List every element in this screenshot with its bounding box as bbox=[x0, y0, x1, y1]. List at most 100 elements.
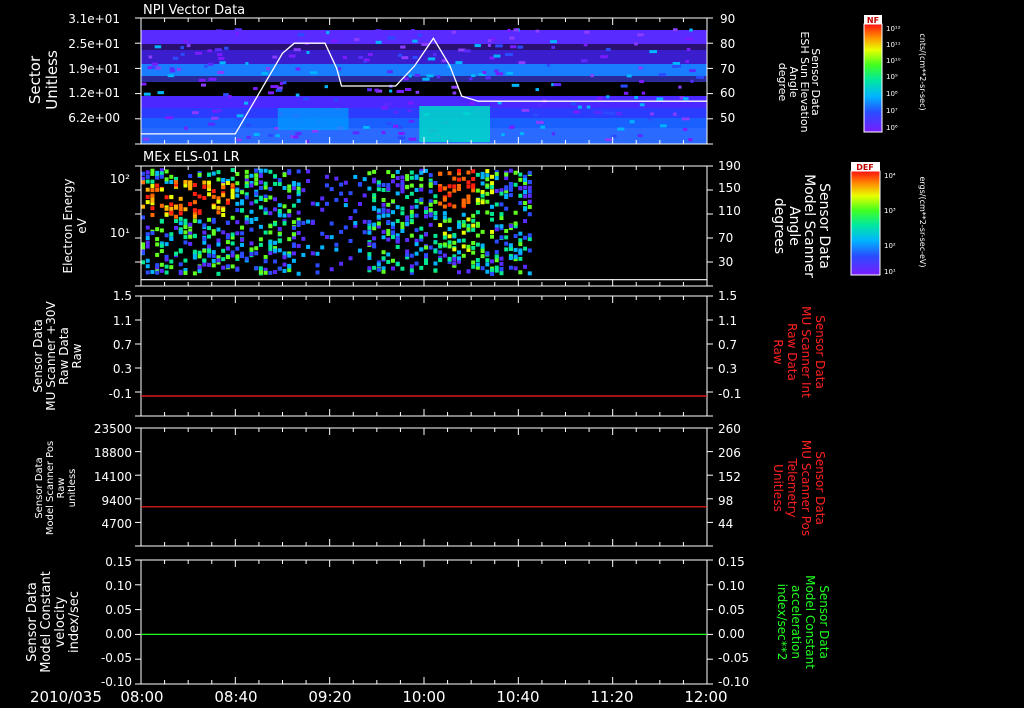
heatmap-cell bbox=[495, 44, 503, 48]
heatmap-cell bbox=[268, 230, 273, 235]
heatmap-cell bbox=[342, 56, 347, 60]
heatmap-cell bbox=[230, 188, 235, 193]
heatmap-cell bbox=[433, 268, 438, 273]
heatmap-cell bbox=[230, 232, 235, 237]
heatmap-cell bbox=[159, 249, 164, 254]
heatmap-cell bbox=[268, 240, 273, 245]
heatmap-cell bbox=[480, 200, 485, 205]
heatmap-cell bbox=[208, 62, 214, 66]
heatmap-cell bbox=[207, 262, 212, 267]
heatmap-cell bbox=[244, 174, 249, 179]
heatmap-cell bbox=[414, 261, 419, 266]
heatmap-cell bbox=[244, 195, 249, 200]
heatmap-cell bbox=[433, 199, 438, 204]
y-axis-label-right: Sensor Data MU Scanner Int Raw Data Raw bbox=[771, 306, 827, 398]
heatmap-cell bbox=[415, 90, 420, 94]
heatmap-cell bbox=[243, 101, 249, 105]
heatmap-cell bbox=[523, 235, 528, 240]
colorbar-tick: 10⁷ bbox=[886, 107, 898, 115]
heatmap-cell bbox=[287, 263, 292, 268]
heatmap-cell bbox=[291, 251, 296, 256]
heatmap-cell bbox=[389, 89, 393, 93]
heatmap-cell bbox=[296, 186, 301, 191]
heatmap-cell bbox=[235, 220, 240, 225]
heatmap-cell bbox=[169, 210, 174, 215]
heatmap-cell bbox=[412, 56, 418, 60]
y-tick-left: 18800 bbox=[94, 446, 132, 460]
heatmap-cell bbox=[466, 217, 471, 222]
heatmap-cell bbox=[390, 210, 395, 215]
heatmap-cell bbox=[145, 187, 150, 192]
y-tick-left: 3.1e+01 bbox=[68, 12, 120, 26]
heatmap-cell bbox=[485, 262, 490, 267]
heatmap-cell bbox=[357, 248, 362, 253]
heatmap-cell bbox=[367, 266, 372, 271]
heatmap-cell bbox=[352, 131, 360, 135]
heatmap-cell bbox=[390, 174, 395, 179]
heatmap-cell bbox=[428, 208, 433, 213]
svg-text:degree: degree bbox=[776, 63, 789, 102]
heatmap-cell bbox=[372, 244, 377, 249]
y-tick-right: 0.15 bbox=[718, 555, 745, 569]
heatmap-cell bbox=[324, 183, 329, 188]
heatmap-cell bbox=[419, 177, 424, 182]
heatmap-cell bbox=[637, 134, 643, 138]
heatmap-cell bbox=[523, 246, 528, 251]
heatmap-cell bbox=[535, 88, 540, 92]
colorbar-unit: cnts/(cm**2-sr-sec) bbox=[918, 33, 927, 110]
heatmap-cell bbox=[494, 265, 499, 270]
heatmap-cell bbox=[532, 113, 539, 117]
els-heatmap bbox=[141, 168, 532, 276]
heatmap-cell bbox=[228, 94, 232, 98]
heatmap-cell bbox=[353, 174, 358, 179]
heatmap-cell bbox=[155, 175, 160, 180]
y-tick-right: 80 bbox=[720, 37, 735, 51]
heatmap-cell bbox=[400, 211, 405, 216]
heatmap-cell bbox=[273, 270, 278, 275]
heatmap-cell bbox=[507, 28, 511, 32]
heatmap-cell bbox=[339, 261, 344, 266]
heatmap-cell bbox=[409, 205, 414, 210]
y-tick-right: 260 bbox=[718, 422, 741, 436]
y-axis-label-right: Sensor Data Model Constant acceleration … bbox=[775, 575, 831, 669]
heatmap-cell bbox=[447, 227, 452, 232]
heatmap-cell bbox=[372, 177, 377, 182]
heatmap-cell bbox=[273, 197, 278, 202]
axis-ticks bbox=[135, 559, 713, 685]
heatmap-cell bbox=[353, 209, 358, 214]
heatmap-cell bbox=[475, 188, 480, 193]
colorbar-def: DEF 10⁴ 10³ 10² 10¹ ergs/(cm**2-sr-sec-e… bbox=[850, 162, 927, 276]
heatmap-cell bbox=[164, 195, 169, 200]
heatmap-cell bbox=[409, 175, 414, 180]
heatmap-cell bbox=[438, 258, 443, 263]
y-tick-right: 70 bbox=[720, 62, 735, 76]
y-tick-right: 90 bbox=[720, 12, 735, 26]
heatmap-cell bbox=[202, 230, 207, 235]
y-tick-right: 152 bbox=[718, 470, 741, 484]
heatmap-cell bbox=[219, 61, 226, 65]
heatmap-cell bbox=[288, 54, 296, 58]
heatmap-cell bbox=[169, 265, 174, 270]
heatmap-cell bbox=[287, 209, 292, 214]
heatmap-cell bbox=[268, 251, 273, 256]
heatmap-cell bbox=[475, 257, 480, 262]
heatmap-cell bbox=[518, 193, 523, 198]
heatmap-cell bbox=[386, 202, 391, 207]
heatmap-cell bbox=[191, 111, 199, 115]
heatmap-cell bbox=[433, 210, 438, 215]
heatmap-cell bbox=[287, 169, 292, 174]
heatmap-cell bbox=[504, 172, 509, 177]
heatmap-cell bbox=[447, 240, 452, 245]
heatmap-cell bbox=[523, 264, 528, 269]
colorbar bbox=[863, 23, 883, 133]
y-tick-right: 1.1 bbox=[718, 314, 737, 328]
y-tick-left: -0.10 bbox=[101, 675, 132, 689]
heatmap-cell bbox=[553, 83, 562, 87]
heatmap-cell bbox=[217, 70, 225, 74]
heatmap-cell bbox=[386, 252, 391, 257]
heatmap-cell bbox=[154, 45, 162, 49]
colorbar-tick: 10⁹ bbox=[886, 73, 898, 81]
heatmap-cell bbox=[447, 244, 452, 249]
heatmap-cell bbox=[438, 223, 443, 228]
heatmap-cell bbox=[221, 185, 226, 190]
